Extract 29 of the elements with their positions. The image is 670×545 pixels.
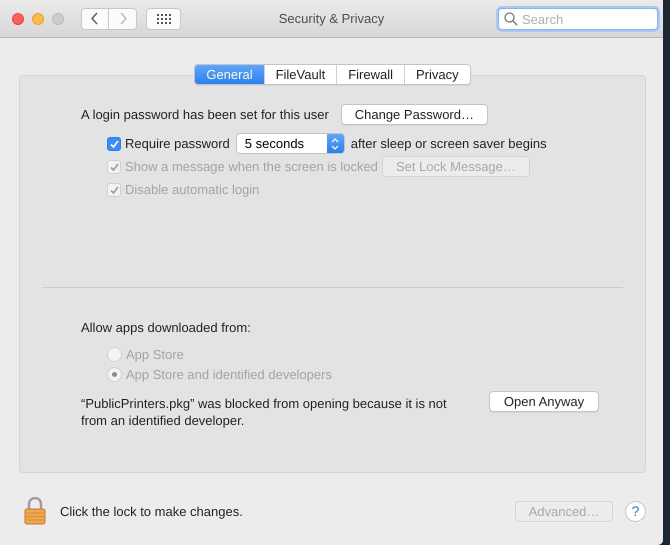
change-password-button[interactable]: Change Password… (340, 104, 488, 125)
delay-suffix-text: after sleep or screen saver begins (350, 136, 547, 151)
open-anyway-button[interactable]: Open Anyway (489, 391, 599, 412)
radio-label: App Store (126, 347, 184, 362)
checkbox-label: Disable automatic login (125, 182, 260, 197)
close-button[interactable] (12, 12, 24, 24)
lock-hint-text: Click the lock to make changes. (60, 504, 244, 518)
allow-apps-heading: Allow apps downloaded from: (81, 320, 252, 335)
window-title: Security & Privacy (278, 11, 384, 26)
radio-label: App Store and identified developers (126, 367, 332, 382)
show-all-button[interactable] (146, 8, 181, 30)
blocked-app-message: “PublicPrinters.pkg” was blocked from opening because it is not from an identified developer. (81, 395, 448, 429)
search-icon (504, 12, 518, 26)
chevron-left-icon (91, 12, 99, 25)
checkbox-label: Show a message when the screen is locked (125, 159, 378, 174)
delay-popup[interactable]: 5 seconds (236, 133, 345, 154)
back-button[interactable] (81, 8, 109, 30)
minimize-button[interactable] (32, 12, 44, 24)
search-field[interactable]: Search (498, 8, 658, 30)
chevron-right-icon (118, 12, 126, 25)
help-button[interactable]: ? (625, 500, 646, 522)
tab[interactable]: Privacy (404, 65, 470, 84)
grid-icon (156, 14, 170, 24)
zoom-button[interactable] (52, 12, 64, 24)
password-status-text: A login password has been set for this user (81, 107, 329, 122)
padlock-icon[interactable] (24, 497, 46, 525)
checkbox[interactable] (107, 136, 121, 150)
stepper-arrows-icon (331, 138, 340, 150)
checkbox-label: Require password (125, 136, 230, 151)
